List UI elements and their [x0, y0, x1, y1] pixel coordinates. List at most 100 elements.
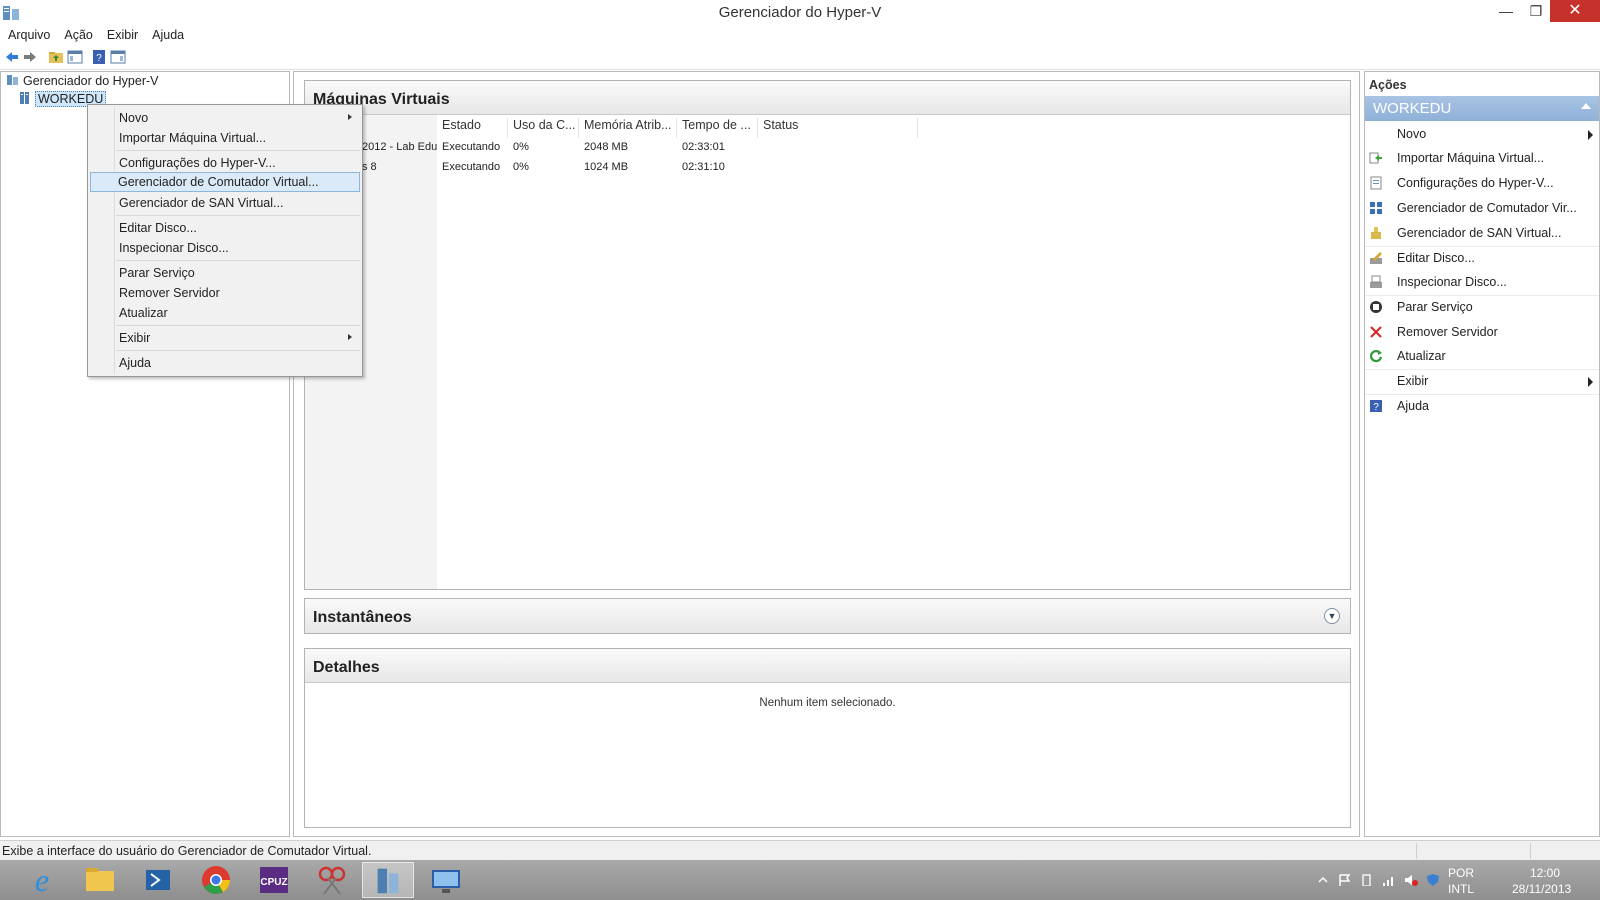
details-header: Detalhes: [305, 649, 1350, 683]
action-import-vm[interactable]: Importar Máquina Virtual...: [1365, 146, 1599, 171]
actions-server-header[interactable]: WORKEDU: [1365, 96, 1599, 121]
network-shield-icon[interactable]: [1426, 874, 1440, 886]
context-item-exibir[interactable]: Exibir: [90, 328, 360, 348]
vm-cpu: 0%: [513, 161, 529, 173]
vm-uptime: 02:33:01: [682, 141, 725, 153]
actions-pane: Ações WORKEDU Novo Importar Máquina Virt…: [1364, 71, 1600, 837]
context-item-label: Parar Serviço: [119, 266, 195, 280]
show-hide-actions-icon[interactable]: [110, 49, 126, 65]
action-center-flag-icon[interactable]: [1338, 874, 1352, 886]
center-pane: Máquinas Virtuais Estado Uso da C... Mem…: [293, 71, 1360, 837]
show-hidden-icons-icon[interactable]: [1316, 874, 1330, 886]
keyboard-indicator[interactable]: INTL: [1448, 882, 1474, 896]
hyper-v-manager-taskbar-icon[interactable]: [362, 862, 414, 898]
vm-memory: 2048 MB: [584, 141, 629, 153]
action-inspect-disk[interactable]: Inspecionar Disco...: [1365, 270, 1599, 295]
submenu-arrow-icon: [1588, 130, 1593, 140]
expand-chevron-icon[interactable]: ▼: [1324, 608, 1340, 624]
snipping-tool-icon[interactable]: [306, 862, 358, 898]
context-item-label: Exibir: [119, 331, 151, 345]
context-item-label: Gerenciador de Comutador Virtual...: [118, 175, 319, 189]
svg-text:e: e: [35, 862, 49, 898]
menu-acao[interactable]: Ação: [56, 26, 99, 42]
file-explorer-icon[interactable]: [74, 862, 126, 898]
volume-muted-icon[interactable]: [1404, 874, 1418, 886]
context-item-hyperv-settings[interactable]: Configurações do Hyper-V...: [90, 153, 360, 173]
action-stop-service[interactable]: Parar Serviço: [1365, 295, 1599, 320]
context-item-novo[interactable]: Novo: [90, 108, 360, 128]
details-section: Detalhes Nenhum item selecionado.: [304, 648, 1351, 828]
column-header-memory[interactable]: Memória Atrib...: [579, 118, 677, 138]
context-item-inspect-disk[interactable]: Inspecionar Disco...: [90, 238, 360, 258]
inspect-disk-icon: [1370, 275, 1382, 288]
action-help[interactable]: ? Ajuda: [1365, 394, 1599, 419]
system-tray: POR INTL 12:00 28/11/2013: [1316, 860, 1600, 900]
action-refresh[interactable]: Atualizar: [1365, 344, 1599, 369]
context-item-edit-disk[interactable]: Editar Disco...: [90, 218, 360, 238]
tree-root[interactable]: Gerenciador do Hyper-V: [7, 74, 158, 88]
context-item-refresh[interactable]: Atualizar: [90, 303, 360, 323]
forward-arrow-icon[interactable]: [22, 49, 38, 65]
menu-exibir[interactable]: Exibir: [99, 26, 144, 42]
snapshots-header: Instantâneos: [305, 599, 1350, 633]
cpu-z-icon[interactable]: CPUZ: [248, 862, 300, 898]
menu-ajuda[interactable]: Ajuda: [144, 26, 190, 42]
action-novo[interactable]: Novo: [1365, 122, 1599, 147]
refresh-icon: [1369, 350, 1383, 363]
switch-icon: [1370, 202, 1382, 214]
context-item-stop-service[interactable]: Parar Serviço: [90, 263, 360, 283]
action-label: Novo: [1397, 127, 1427, 141]
remote-desktop-icon[interactable]: [420, 862, 472, 898]
powershell-icon[interactable]: [132, 862, 184, 898]
battery-icon[interactable]: [1360, 874, 1374, 886]
close-button[interactable]: ✕: [1550, 0, 1600, 22]
vm-state: Executando: [442, 141, 501, 153]
server-icon: [20, 92, 29, 104]
column-header-cpu[interactable]: Uso da C...: [508, 118, 579, 138]
virtual-machines-grid: Estado Uso da C... Memória Atrib... Temp…: [305, 115, 1350, 589]
toolbar: ?: [0, 46, 1600, 70]
context-item-help[interactable]: Ajuda: [90, 353, 360, 373]
action-exibir[interactable]: Exibir: [1365, 369, 1599, 394]
action-edit-disk[interactable]: Editar Disco...: [1365, 246, 1599, 271]
context-item-switch-manager[interactable]: Gerenciador de Comutador Virtual...: [90, 172, 360, 192]
svg-text:CPUZ: CPUZ: [260, 877, 287, 888]
context-item-label: Importar Máquina Virtual...: [119, 131, 267, 145]
internet-explorer-icon[interactable]: e: [16, 862, 68, 898]
title-bar: Gerenciador do Hyper-V — ❐ ✕: [0, 0, 1600, 26]
action-san-manager[interactable]: Gerenciador de SAN Virtual...: [1365, 221, 1599, 246]
separator: [116, 350, 360, 351]
vm-state: Executando: [442, 161, 501, 173]
context-item-import-vm[interactable]: Importar Máquina Virtual...: [90, 128, 360, 148]
up-folder-icon[interactable]: [48, 49, 64, 65]
svg-text:?: ?: [96, 53, 102, 64]
network-signal-icon[interactable]: [1382, 874, 1396, 886]
action-label: Configurações do Hyper-V...: [1397, 176, 1554, 190]
action-label: Exibir: [1397, 374, 1429, 388]
help-icon[interactable]: ?: [91, 49, 107, 65]
context-item-remove-server[interactable]: Remover Servidor: [90, 283, 360, 303]
show-hide-tree-icon[interactable]: [67, 49, 83, 65]
language-indicator[interactable]: POR: [1448, 866, 1474, 880]
collapse-caret-icon[interactable]: [1581, 103, 1591, 109]
context-item-san-manager[interactable]: Gerenciador de SAN Virtual...: [90, 193, 360, 213]
action-switch-manager[interactable]: Gerenciador de Comutador Vir...: [1365, 196, 1599, 221]
maximize-button[interactable]: ❐: [1520, 0, 1552, 22]
vm-cpu: 0%: [513, 141, 529, 153]
minimize-button[interactable]: —: [1490, 0, 1522, 22]
action-label: Editar Disco...: [1397, 251, 1475, 265]
action-label: Gerenciador de SAN Virtual...: [1397, 226, 1562, 240]
column-header-uptime[interactable]: Tempo de ...: [677, 118, 758, 138]
chrome-icon[interactable]: [190, 862, 242, 898]
remove-icon: [1370, 326, 1382, 338]
action-remove-server[interactable]: Remover Servidor: [1365, 320, 1599, 345]
action-label: Remover Servidor: [1397, 325, 1498, 339]
status-pane-divider: [1416, 843, 1417, 859]
back-arrow-icon[interactable]: [4, 49, 20, 65]
clock-date[interactable]: 28/11/2013: [1512, 882, 1571, 896]
action-hyperv-settings[interactable]: Configurações do Hyper-V...: [1365, 171, 1599, 196]
menu-arquivo[interactable]: Arquivo: [0, 26, 56, 42]
column-header-state[interactable]: Estado: [437, 118, 508, 138]
column-header-status[interactable]: Status: [758, 118, 918, 138]
clock-time[interactable]: 12:00: [1530, 866, 1560, 880]
